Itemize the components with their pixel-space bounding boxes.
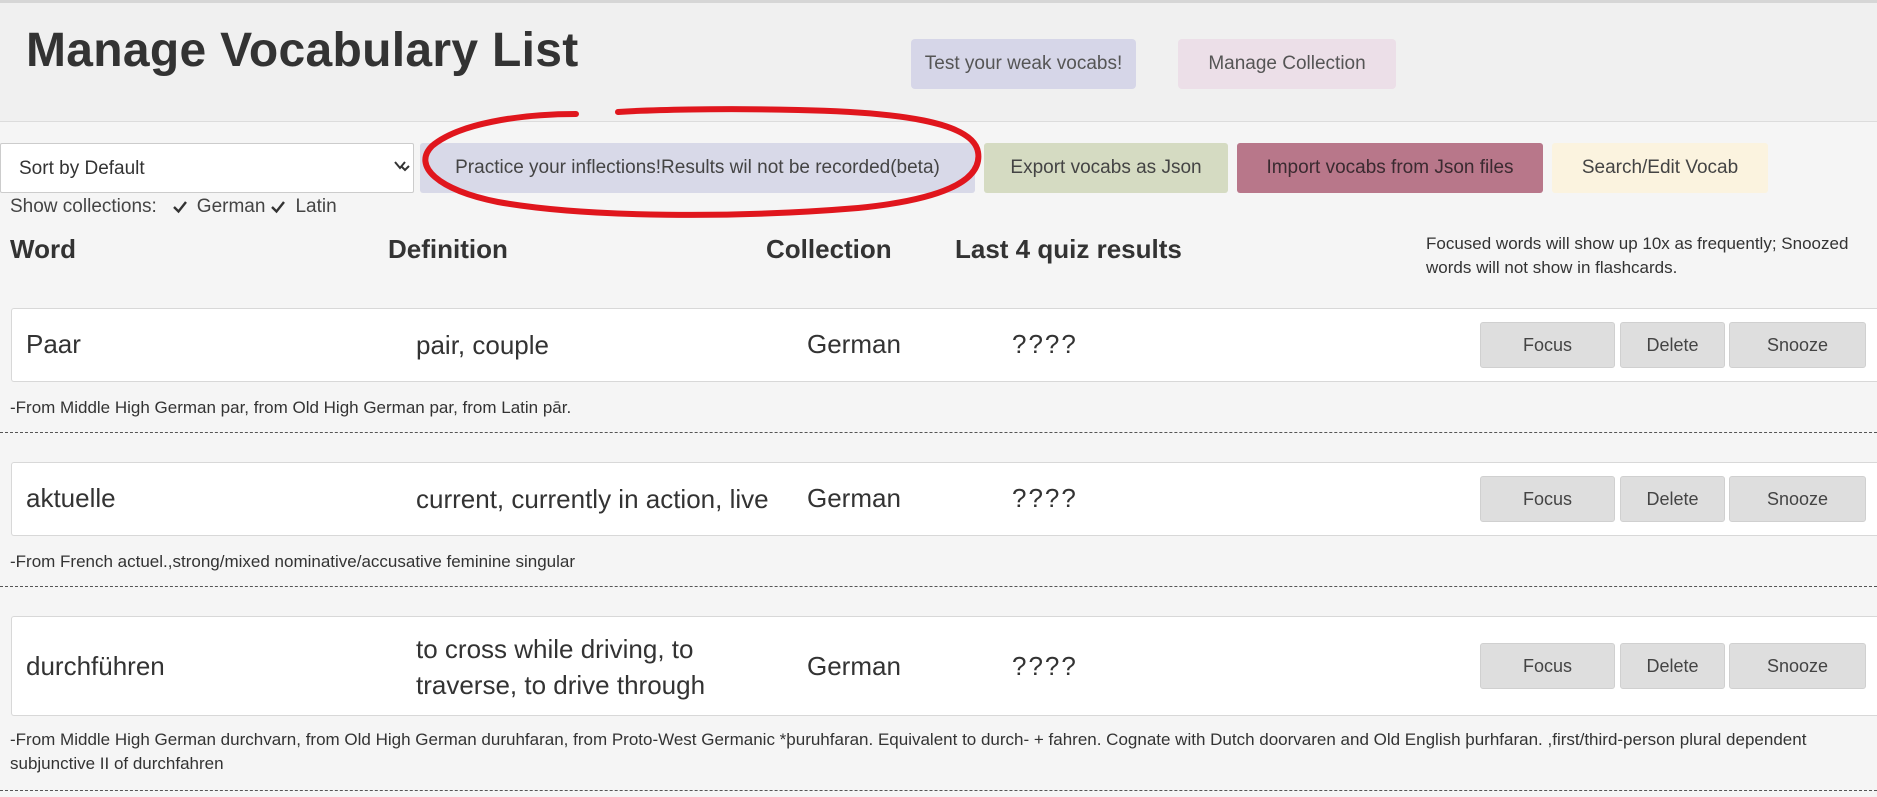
page-header: Manage Vocabulary List Test your weak vo… — [0, 3, 1877, 122]
delete-button[interactable]: Delete — [1620, 643, 1725, 689]
chevron-down-icon — [394, 161, 406, 170]
word-definition: to cross while driving, to traverse, to … — [416, 634, 706, 700]
focus-button[interactable]: Focus — [1480, 322, 1615, 368]
word-etymology: -From Middle High German durchvarn, from… — [10, 730, 1807, 773]
checkmark-icon[interactable] — [269, 198, 287, 216]
checkmark-icon[interactable] — [171, 198, 189, 216]
word-definition: current, currently in action, live — [416, 484, 769, 514]
search-edit-vocab-button[interactable]: Search/Edit Vocab — [1552, 143, 1768, 193]
word-row: durchführen to cross while driving, to t… — [11, 616, 1877, 716]
export-json-button[interactable]: Export vocabs as Json — [984, 143, 1228, 193]
column-header-quiz-results: Last 4 quiz results — [955, 234, 1182, 264]
row-divider — [0, 432, 1877, 433]
word-row: Paar pair, couple German ???? Focus Dele… — [11, 308, 1877, 382]
word-collection: German — [807, 483, 901, 513]
snooze-button[interactable]: Snooze — [1729, 322, 1866, 368]
quiz-results: ???? — [1012, 651, 1078, 681]
help-text: Focused words will show up 10x as freque… — [1426, 234, 1849, 277]
focus-button[interactable]: Focus — [1480, 476, 1615, 522]
word-collection: German — [807, 329, 901, 359]
column-header-word: Word — [10, 234, 76, 264]
snooze-button[interactable]: Snooze — [1729, 476, 1866, 522]
snooze-button[interactable]: Snooze — [1729, 643, 1866, 689]
import-json-button[interactable]: Import vocabs from Json files — [1237, 143, 1543, 193]
focus-button[interactable]: Focus — [1480, 643, 1615, 689]
word-text: Paar — [26, 329, 81, 359]
word-text: durchführen — [26, 651, 165, 681]
word-collection: German — [807, 651, 901, 681]
show-collections: Show collections: German Latin — [10, 194, 341, 220]
delete-button[interactable]: Delete — [1620, 322, 1725, 368]
manage-collection-button[interactable]: Manage Collection — [1178, 39, 1396, 89]
row-divider — [0, 790, 1877, 791]
column-header-collection: Collection — [766, 234, 892, 264]
quiz-results: ???? — [1012, 329, 1078, 359]
quiz-results: ???? — [1012, 483, 1078, 513]
word-text: aktuelle — [26, 483, 116, 513]
collection-label-german: German — [196, 196, 266, 217]
sort-select[interactable]: Sort by Default — [0, 143, 414, 193]
word-definition: pair, couple — [416, 330, 549, 360]
show-collections-label: Show collections: — [10, 196, 157, 217]
word-row: aktuelle current, currently in action, l… — [11, 462, 1877, 536]
column-header-definition: Definition — [388, 234, 508, 264]
row-divider — [0, 586, 1877, 587]
test-weak-vocabs-button[interactable]: Test your weak vocabs! — [911, 39, 1136, 89]
delete-button[interactable]: Delete — [1620, 476, 1725, 522]
practice-inflections-button[interactable]: Practice your inflections!Results wil no… — [420, 143, 975, 193]
page-title: Manage Vocabulary List — [26, 24, 579, 77]
collection-label-latin: Latin — [295, 196, 337, 217]
word-etymology: -From Middle High German par, from Old H… — [10, 398, 572, 417]
word-etymology: -From French actuel.,strong/mixed nomina… — [10, 552, 576, 571]
